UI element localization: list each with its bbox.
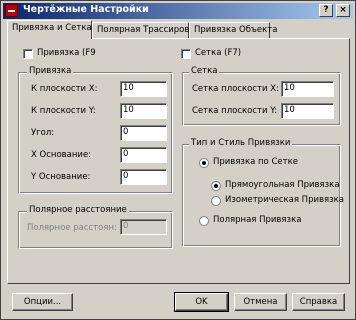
snap-y-label: К плоскости Y:: [31, 106, 96, 116]
grid-on-checkbox[interactable]: [181, 49, 191, 59]
snap-xbase-input[interactable]: 0: [120, 147, 167, 163]
dialog-window: Чертёжные Настройки ? × Привязка и Сетка…: [0, 0, 356, 320]
polar-snap-radio[interactable]: [199, 216, 209, 226]
snap-x-input[interactable]: 10: [120, 81, 167, 97]
close-button[interactable]: ×: [336, 4, 350, 17]
grid-y-input[interactable]: 10: [281, 103, 334, 119]
iso-snap-radio[interactable]: [211, 196, 221, 206]
snap-x-label: К плоскости X:: [31, 84, 98, 94]
help-button[interactable]: Справка: [292, 293, 345, 311]
snap-group-title: Привязка: [27, 66, 74, 76]
window-title: Чертёжные Настройки: [23, 4, 149, 15]
options-button[interactable]: Опции...: [12, 293, 73, 311]
tab-object-snap[interactable]: Привязка Объекта: [189, 22, 277, 38]
rect-snap-label: Прямоугольная Привязка: [225, 180, 340, 190]
grid-snap-label: Привязка по Сетке: [213, 157, 298, 167]
polar-spacing-title: Полярное расстояние: [27, 205, 129, 215]
iso-snap-label: Изометрическая Привязка: [225, 195, 344, 205]
grid-group-title: Сетка: [189, 66, 220, 76]
snap-angle-input[interactable]: 0: [120, 125, 167, 141]
polar-distance-label: Полярное расстоян:: [27, 223, 117, 233]
app-icon: [5, 4, 18, 17]
polar-distance-input: 0: [120, 219, 167, 235]
tab-snap-grid[interactable]: Привязка и Сетка: [7, 20, 92, 39]
help-title-button[interactable]: ?: [319, 4, 333, 17]
grid-snap-radio[interactable]: [199, 158, 209, 168]
cancel-button[interactable]: Отмена: [234, 293, 287, 311]
grid-y-label: Сетка плоскости Y:: [192, 106, 278, 116]
snap-ybase-input[interactable]: 0: [120, 169, 167, 185]
tab-polar-tracking[interactable]: Полярная Трассировка: [92, 22, 200, 38]
title-bar: Чертёжные Настройки ? ×: [3, 3, 353, 19]
snap-ybase-label: Y Основание:: [31, 172, 91, 182]
rect-snap-radio[interactable]: [211, 181, 221, 191]
snap-angle-label: Угол:: [31, 128, 55, 138]
grid-x-label: Сетка плоскости X:: [192, 84, 279, 94]
snap-y-input[interactable]: 10: [120, 103, 167, 119]
snap-on-checkbox[interactable]: [23, 49, 33, 59]
snap-type-title: Тип и Стиль Привязки: [189, 138, 293, 148]
snap-on-label: Привязка (F9: [37, 48, 96, 58]
grid-x-input[interactable]: 10: [281, 81, 334, 97]
grid-on-label: Сетка (F7): [195, 48, 242, 58]
snap-xbase-label: X Основание:: [31, 150, 92, 160]
polar-snap-label: Полярная Привязка: [213, 215, 302, 225]
ok-button[interactable]: OK: [174, 292, 229, 312]
